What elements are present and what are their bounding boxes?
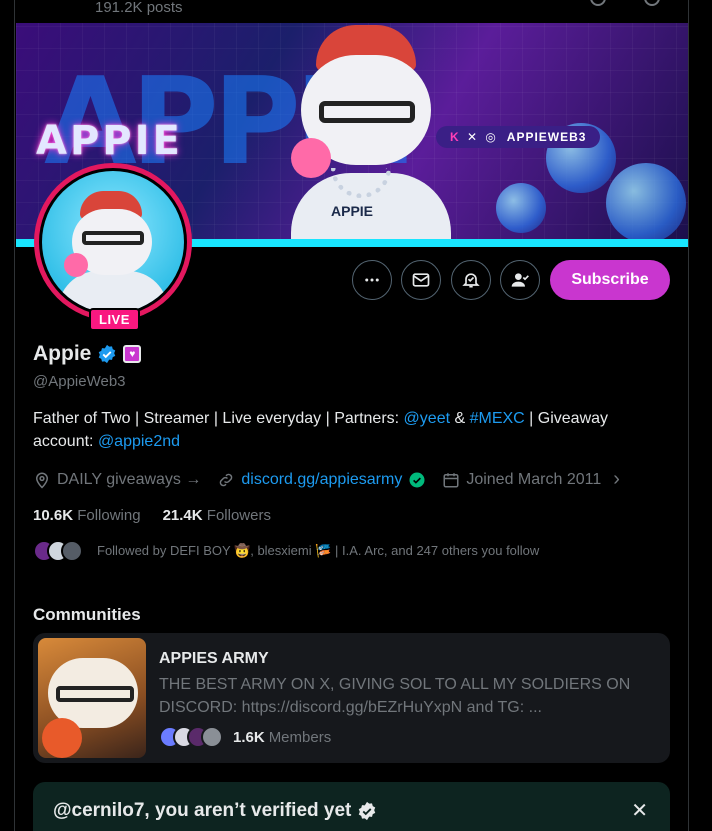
banner-panda-illustration: APPIE — [271, 23, 461, 247]
location-text: DAILY giveaways → — [57, 470, 202, 488]
verified-icon — [359, 801, 376, 821]
bell-check-icon — [462, 273, 480, 288]
bio-text: & — [450, 410, 470, 427]
post-count: 191.2K posts — [95, 0, 183, 16]
location: DAILY giveaways → — [33, 471, 201, 489]
followed-by[interactable]: Followed by DEFI BOY 🤠, blesxiemi 🎏 | I.… — [33, 540, 539, 562]
banner-handle-badge: K ✕ ◎ APPIEWEB3 — [436, 126, 601, 148]
name-row: Appie ♥ — [33, 342, 142, 366]
community-members: 1.6K Members — [159, 726, 331, 748]
avatar — [61, 540, 83, 562]
notifications-button[interactable] — [451, 260, 491, 300]
hashtag-link[interactable]: #MEXC — [470, 410, 525, 427]
followers-label: Followers — [206, 507, 271, 524]
verified-link-icon — [409, 472, 425, 487]
website[interactable]: discord.gg/appiesarmy — [217, 471, 426, 489]
verified-badge-icon[interactable] — [97, 344, 117, 364]
follow-stats: 10.6K Following 21.4K Followers — [33, 507, 271, 524]
mention-link[interactable]: @yeet — [404, 410, 450, 427]
kick-icon: K — [450, 130, 460, 144]
community-card[interactable]: APPIES ARMY THE BEST ARMY ON X, GIVING S… — [33, 633, 670, 763]
following-button[interactable] — [500, 260, 540, 300]
message-button[interactable] — [401, 260, 441, 300]
bio-text: Father of Two | Streamer | Live everyday… — [33, 410, 404, 427]
joined-text: Joined March 2011 — [466, 470, 602, 488]
link-icon — [220, 473, 233, 486]
members-count: 1.6K — [233, 728, 265, 746]
bio: Father of Two | Streamer | Live everyday… — [33, 407, 663, 453]
banner-shirt-text: APPIE — [331, 203, 374, 219]
following-label: Following — [77, 507, 141, 524]
user-handle: @AppieWeb3 — [33, 373, 126, 390]
followed-by-text: Followed by DEFI BOY 🤠, blesxiemi 🎏 | I.… — [97, 543, 540, 558]
verification-text-row: @cernilo7, you aren’t verified yet — [53, 800, 377, 822]
community-description: THE BEST ARMY ON X, GIVING SOL TO ALL MY… — [159, 676, 631, 716]
banner-handle-text: APPIEWEB3 — [506, 130, 587, 144]
chevron-right-icon: › — [613, 468, 620, 490]
person-check-icon — [511, 273, 529, 287]
instagram-icon: ◎ — [485, 130, 497, 144]
members-label: Members — [268, 728, 332, 746]
website-link[interactable]: discord.gg/appiesarmy — [241, 471, 402, 489]
mail-icon — [412, 273, 430, 287]
live-badge[interactable]: LIVE — [89, 308, 140, 331]
subscribe-button[interactable]: Subscribe — [550, 260, 670, 300]
more-icon — [365, 278, 379, 282]
x-logo-icon: ✕ — [467, 130, 479, 144]
community-name: APPIES ARMY — [159, 650, 269, 667]
following-link[interactable]: 10.6K Following — [33, 507, 141, 524]
following-count: 10.6K — [33, 507, 74, 524]
verification-text: @cernilo7, you aren’t verified yet — [53, 800, 352, 821]
mention-link[interactable]: @appie2nd — [98, 433, 180, 450]
follower-avatars — [33, 540, 83, 562]
followers-link[interactable]: 21.4K Followers — [163, 507, 271, 524]
banner-orbs — [486, 83, 686, 247]
profile-meta: DAILY giveaways → discord.gg/appiesarmy … — [33, 468, 636, 491]
location-icon — [35, 472, 49, 489]
verification-prompt[interactable]: @cernilo7, you aren’t verified yet ✕ — [33, 782, 670, 831]
joined-date[interactable]: Joined March 2011 › — [442, 468, 620, 491]
avatar — [201, 726, 223, 748]
avatar[interactable] — [34, 163, 192, 321]
communities-title: Communities — [33, 605, 141, 624]
close-icon[interactable]: ✕ — [631, 798, 648, 823]
member-avatars — [159, 726, 223, 748]
followers-count: 21.4K — [162, 507, 203, 524]
banner-logo: APPIE — [36, 118, 183, 164]
community-image — [38, 638, 146, 758]
avatar-image — [42, 171, 184, 313]
display-name: Appie — [33, 342, 92, 365]
calendar-icon — [443, 472, 459, 487]
subscriber-badge-icon[interactable]: ♥ — [123, 345, 142, 363]
more-button[interactable] — [352, 260, 392, 300]
